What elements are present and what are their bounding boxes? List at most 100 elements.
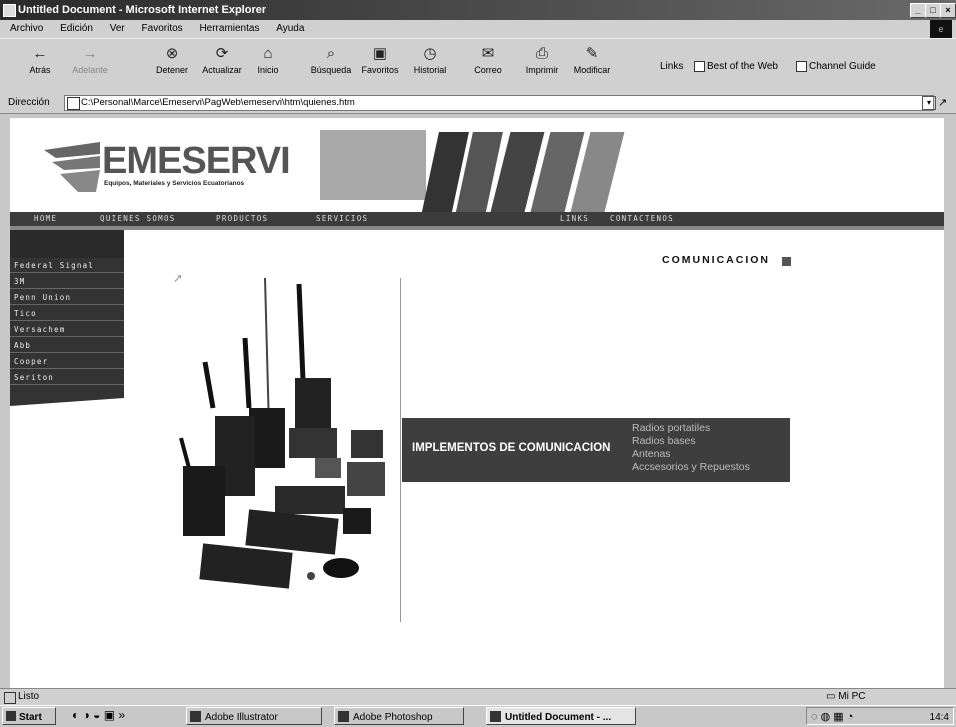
task-photoshop[interactable]: Adobe Photoshop bbox=[334, 707, 464, 725]
mail-button[interactable]: ✉ Correo bbox=[462, 45, 514, 75]
clock: 14:4 bbox=[929, 712, 949, 723]
sidebar-item-penn-union[interactable]: Penn Union bbox=[10, 290, 124, 305]
section-title: COMUNICACION bbox=[662, 254, 770, 266]
window-title: Untitled Document - Microsoft Internet E… bbox=[18, 4, 267, 16]
favorites-icon: ▣ bbox=[372, 45, 388, 62]
home-icon: ⌂ bbox=[263, 45, 273, 62]
nav-servicios[interactable]: SERVICIOS bbox=[316, 213, 368, 225]
sidebar-item-abb[interactable]: Abb bbox=[10, 338, 124, 353]
main-nav: HOME QUIENES SOMOS PRODUCTOS SERVICIOS L… bbox=[10, 212, 956, 226]
nav-underline bbox=[10, 226, 956, 230]
history-icon: ◷ bbox=[423, 45, 437, 62]
task-untitled-document[interactable]: Untitled Document - ... bbox=[486, 707, 636, 725]
toolbar: ← Atrás → Adelante ⊗ Detener ⟳ Actualizar ⌂ I… bbox=[0, 38, 956, 94]
edit-icon: ✎ bbox=[585, 45, 599, 62]
sidebar-header bbox=[10, 230, 124, 258]
ie-icon bbox=[490, 711, 501, 722]
windows-logo-icon bbox=[6, 711, 16, 721]
link-antenas[interactable]: Antenas bbox=[632, 448, 671, 460]
favorites-button[interactable]: ▣ Favoritos bbox=[354, 45, 406, 75]
mail-icon: ✉ bbox=[481, 45, 495, 62]
nav-home[interactable]: HOME bbox=[34, 213, 57, 225]
nav-quienes-somos[interactable]: QUIENES SOMOS bbox=[100, 213, 176, 225]
link-accesorios-repuestos[interactable]: Accsesorios y Repuestos bbox=[632, 461, 750, 473]
address-label: Dirección bbox=[8, 97, 50, 108]
nav-links[interactable]: LINKS bbox=[560, 213, 589, 225]
task-illustrator[interactable]: Adobe Illustrator bbox=[186, 707, 322, 725]
link-best-of-web[interactable]: Best of the Web bbox=[694, 61, 778, 72]
menu-archivo[interactable]: Archivo bbox=[10, 23, 43, 34]
sidebar-tail bbox=[10, 398, 124, 406]
address-bar: Dirección C:\Personal\Marce\Emeservi\Pag… bbox=[0, 93, 956, 114]
page-done-icon bbox=[4, 692, 16, 704]
nav-productos[interactable]: PRODUCTOS bbox=[216, 213, 268, 225]
forward-button[interactable]: → Adelante bbox=[64, 45, 116, 75]
vertical-scrollbar[interactable] bbox=[944, 118, 956, 688]
menu-bar: Archivo Edición Ver Favoritos Herramient… bbox=[0, 20, 956, 38]
header-photo-products bbox=[489, 126, 625, 216]
nav-contactenos[interactable]: CONTACTENOS bbox=[610, 213, 674, 225]
status-zone: ▭ Mi PC bbox=[826, 691, 866, 702]
link-channel-guide[interactable]: Channel Guide bbox=[796, 61, 876, 72]
photoshop-icon bbox=[338, 711, 349, 722]
svg-text:➚: ➚ bbox=[173, 271, 183, 285]
radios-product-image: ➚ bbox=[173, 271, 385, 589]
links-label: Links bbox=[660, 61, 684, 72]
minimize-button[interactable]: _ bbox=[910, 3, 926, 18]
back-arrow-icon: ← bbox=[32, 45, 48, 62]
quicklaunch-icons[interactable]: ◐ ◑ ◒ ▣ » bbox=[72, 706, 125, 725]
address-dropdown[interactable]: ▾ bbox=[922, 96, 936, 110]
home-button[interactable]: ⌂ Inicio bbox=[242, 45, 294, 75]
menu-ayuda[interactable]: Ayuda bbox=[276, 23, 304, 34]
logo-wing-icon bbox=[44, 142, 100, 192]
logo-name: EMESERVI bbox=[102, 140, 291, 182]
implements-title: IMPLEMENTOS DE COMUNICACION bbox=[412, 442, 611, 454]
sidebar-item-tico[interactable]: Tico bbox=[10, 306, 124, 321]
history-button[interactable]: ◷ Historial bbox=[404, 45, 456, 75]
start-button[interactable]: Start bbox=[2, 707, 56, 725]
edit-button[interactable]: ✎ Modificar bbox=[566, 45, 618, 75]
maximize-button[interactable]: □ bbox=[925, 3, 941, 18]
link-radios-portatiles[interactable]: Radios portatiles bbox=[632, 422, 710, 434]
sidebar-item-3m[interactable]: 3M bbox=[10, 274, 124, 289]
print-icon: ⎙ bbox=[535, 45, 548, 62]
close-button[interactable]: × bbox=[940, 3, 956, 18]
menu-ver[interactable]: Ver bbox=[110, 23, 125, 34]
taskbar: Start ◐ ◑ ◒ ▣ » Adobe Illustrator Adobe … bbox=[0, 705, 956, 727]
header-gray-block bbox=[320, 130, 426, 200]
stop-icon: ⊗ bbox=[165, 45, 179, 62]
sidebar-item-seriton[interactable]: Seriton bbox=[10, 370, 124, 385]
computer-icon: ▭ bbox=[826, 691, 839, 702]
print-button[interactable]: ⎙ Imprimir bbox=[516, 45, 568, 75]
refresh-button[interactable]: ⟳ Actualizar bbox=[196, 45, 248, 75]
forward-arrow-icon: → bbox=[82, 45, 98, 62]
page-icon bbox=[67, 97, 80, 110]
header-photo-strip bbox=[421, 126, 503, 216]
sidebar-item-cooper[interactable]: Cooper bbox=[10, 354, 124, 369]
menu-edicion[interactable]: Edición bbox=[60, 23, 93, 34]
go-icon[interactable]: ↗ bbox=[938, 93, 947, 113]
menu-favoritos[interactable]: Favoritos bbox=[142, 23, 183, 34]
status-bar: Listo ▭ Mi PC bbox=[0, 688, 956, 705]
system-tray: ◌ ◍ ▦ ◔ 14:4 bbox=[806, 707, 954, 725]
refresh-icon: ⟳ bbox=[215, 45, 229, 62]
tray-icons[interactable]: ◌ ◍ ▦ ◔ bbox=[811, 708, 853, 727]
ie-logo-icon: e bbox=[930, 20, 952, 38]
link-radios-bases[interactable]: Radios bases bbox=[632, 435, 696, 447]
sidebar-item-versachem[interactable]: Versachem bbox=[10, 322, 124, 337]
back-button[interactable]: ← Atrás bbox=[14, 45, 66, 75]
address-input[interactable]: C:\Personal\Marce\Emeservi\PagWeb\emeser… bbox=[64, 95, 934, 111]
page-icon bbox=[694, 61, 705, 72]
stop-button[interactable]: ⊗ Detener bbox=[146, 45, 198, 75]
content-divider bbox=[400, 278, 401, 622]
search-icon: ⌕ bbox=[326, 45, 336, 62]
implements-panel: IMPLEMENTOS DE COMUNICACION Radios porta… bbox=[402, 418, 790, 482]
sidebar-item-federal-signal[interactable]: Federal Signal bbox=[10, 258, 124, 273]
page-content: EMESERVI Equipos, Materiales y Servicios… bbox=[10, 118, 956, 688]
status-text: Listo bbox=[18, 691, 40, 702]
search-button[interactable]: ⌕ Búsqueda bbox=[305, 45, 357, 75]
ie-icon bbox=[3, 4, 16, 17]
brand-sidebar: Federal Signal 3M Penn Union Tico Versac… bbox=[10, 230, 124, 398]
logo-tagline: Equipos, Materiales y Servicios Ecuatori… bbox=[104, 180, 245, 187]
menu-herramientas[interactable]: Herramientas bbox=[199, 23, 259, 34]
